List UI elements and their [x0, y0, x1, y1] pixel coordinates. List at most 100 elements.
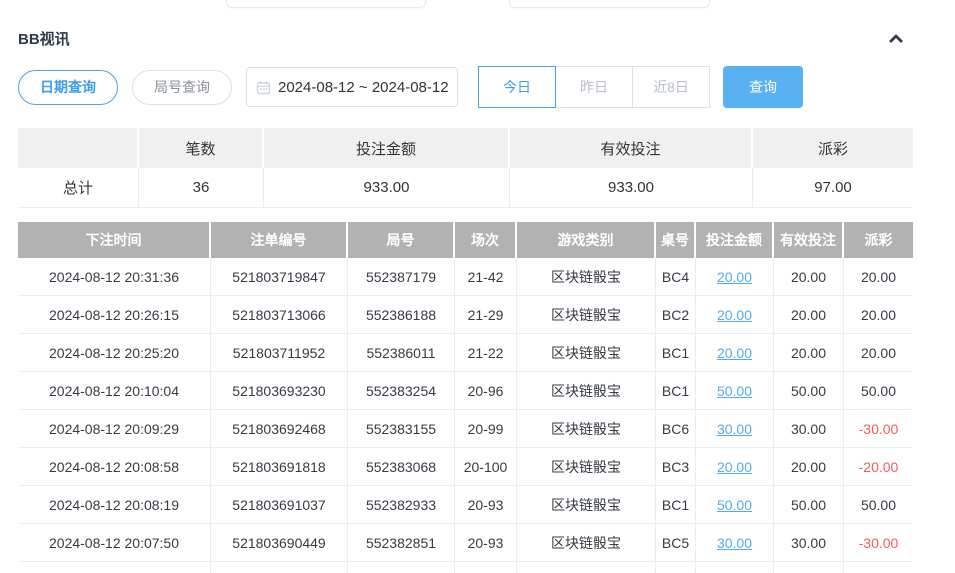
- table-cell: 区块链骰宝: [517, 258, 656, 296]
- table-cell: 20-96: [455, 372, 517, 410]
- chevron-up-icon: [889, 33, 903, 47]
- table-cell: 20.00: [774, 296, 844, 334]
- table-cell: 50.00: [774, 372, 844, 410]
- table-cell: 20-93: [455, 524, 517, 562]
- table-cell: 552383068: [348, 448, 455, 486]
- table-cell: 521803692468: [211, 410, 348, 448]
- table-cell: 区块链骰宝: [517, 448, 656, 486]
- table-cell: 区块链骰宝: [517, 486, 656, 524]
- tab-date-query[interactable]: 日期查询: [18, 70, 118, 105]
- bet-amount-link[interactable]: 30.00: [717, 421, 752, 437]
- quick-range-yesterday[interactable]: 昨日: [555, 66, 633, 108]
- table-cell: [774, 562, 844, 573]
- table-row: 2024-08-12 20:26:15521803713066552386188…: [18, 296, 913, 334]
- table-cell: 552387179: [348, 258, 455, 296]
- table-cell: 552382933: [348, 486, 455, 524]
- quick-range-last8days[interactable]: 近8日: [632, 66, 710, 108]
- table-cell: [844, 562, 913, 573]
- summary-total-label: 总计: [18, 168, 139, 208]
- summary-table: 笔数 投注金额 有效投注 派彩 总计 36 933.00 933.00 97.0…: [18, 128, 913, 208]
- table-cell: [348, 562, 455, 573]
- table-row: 2024-08-12 20:25:20521803711952552386011…: [18, 334, 913, 372]
- table-cell: BC5: [656, 524, 696, 562]
- column-header: 场次: [455, 222, 517, 258]
- column-header: 桌号: [656, 222, 696, 258]
- table-cell: 30.00: [774, 410, 844, 448]
- table-cell: BC1: [656, 334, 696, 372]
- table-cell: 2024-08-12 20:09:29: [18, 410, 211, 448]
- quick-range-group: 今日 昨日 近8日: [478, 66, 710, 108]
- section-header: BB视讯: [18, 26, 913, 50]
- records-table-body: 2024-08-12 20:31:36521803719847552387179…: [18, 258, 913, 573]
- collapse-button[interactable]: [885, 27, 907, 49]
- table-cell: -30.00: [844, 524, 913, 562]
- bet-amount-link[interactable]: 50.00: [717, 383, 752, 399]
- summary-total-valid-bet: 933.00: [510, 168, 753, 208]
- table-cell: 2024-08-12 20:31:36: [18, 258, 211, 296]
- bet-amount-link[interactable]: 30.00: [717, 535, 752, 551]
- summary-header-empty: [18, 128, 139, 168]
- filter-toolbar: 日期查询 局号查询 2024-08-12 ~ 2024-08-12 今日 昨日 …: [18, 66, 803, 108]
- bet-amount-link[interactable]: 50.00: [717, 497, 752, 513]
- table-row: 2024-08-12 20:10:04521803693230552383254…: [18, 372, 913, 410]
- table-cell: 20.00: [844, 258, 913, 296]
- summary-total-payout: 97.00: [753, 168, 913, 208]
- table-cell: 20.00: [774, 448, 844, 486]
- table-cell: 2024-08-12 20:26:15: [18, 296, 211, 334]
- calendar-icon: [256, 80, 271, 95]
- table-cell: 2024-08-12 20:25:20: [18, 334, 211, 372]
- table-row-partial: [18, 562, 913, 573]
- summary-header-row: 笔数 投注金额 有效投注 派彩: [18, 128, 913, 168]
- table-cell: 521803691818: [211, 448, 348, 486]
- table-cell: 21-29: [455, 296, 517, 334]
- table-cell: 20.00: [774, 258, 844, 296]
- betting-records-page: BB视讯 日期查询 局号查询 2024-08-12 ~ 2024-08-12: [0, 0, 955, 573]
- cutoff-input-right[interactable]: [509, 0, 710, 8]
- records-table: 下注时间注单编号局号场次游戏类别桌号投注金额有效投注派彩 2024-08-12 …: [18, 222, 913, 573]
- table-cell: 552383254: [348, 372, 455, 410]
- table-cell: 50.00: [844, 486, 913, 524]
- table-cell: [517, 562, 656, 573]
- table-row: 2024-08-12 20:07:50521803690449552382851…: [18, 524, 913, 562]
- table-cell: 20.00: [844, 334, 913, 372]
- table-cell: 20-93: [455, 486, 517, 524]
- cell-bet-amount: 50.00: [696, 486, 774, 524]
- bet-amount-link[interactable]: 20.00: [717, 269, 752, 285]
- table-cell: 21-22: [455, 334, 517, 372]
- table-cell: 2024-08-12 20:07:50: [18, 524, 211, 562]
- table-cell: -30.00: [844, 410, 913, 448]
- table-cell: [211, 562, 348, 573]
- summary-header-count: 笔数: [139, 128, 264, 168]
- summary-total-bet-amount: 933.00: [264, 168, 510, 208]
- search-button[interactable]: 查询: [723, 66, 803, 108]
- bet-amount-link[interactable]: 20.00: [717, 345, 752, 361]
- table-cell: 521803691037: [211, 486, 348, 524]
- column-header: 派彩: [844, 222, 913, 258]
- table-row: 2024-08-12 20:31:36521803719847552387179…: [18, 258, 913, 296]
- quick-range-today[interactable]: 今日: [478, 66, 556, 108]
- bet-amount-link[interactable]: 20.00: [717, 307, 752, 323]
- column-header: 有效投注: [774, 222, 844, 258]
- page-title: BB视讯: [18, 28, 70, 49]
- date-range-input[interactable]: 2024-08-12 ~ 2024-08-12: [246, 67, 458, 107]
- tab-round-query[interactable]: 局号查询: [132, 70, 232, 105]
- table-cell: 区块链骰宝: [517, 296, 656, 334]
- table-cell: 区块链骰宝: [517, 410, 656, 448]
- table-cell: 区块链骰宝: [517, 372, 656, 410]
- table-cell: 20-100: [455, 448, 517, 486]
- summary-header-payout: 派彩: [753, 128, 913, 168]
- table-cell: 区块链骰宝: [517, 334, 656, 372]
- table-cell: BC6: [656, 410, 696, 448]
- table-cell: 521803713066: [211, 296, 348, 334]
- table-cell: 20.00: [774, 334, 844, 372]
- table-cell: BC2: [656, 296, 696, 334]
- table-cell: 区块链骰宝: [517, 524, 656, 562]
- column-header: 局号: [348, 222, 455, 258]
- table-row: 2024-08-12 20:08:19521803691037552382933…: [18, 486, 913, 524]
- cutoff-input-left[interactable]: [226, 0, 426, 8]
- table-cell: 50.00: [844, 372, 913, 410]
- table-cell: 521803711952: [211, 334, 348, 372]
- bet-amount-link[interactable]: 20.00: [717, 459, 752, 475]
- summary-total-row: 总计 36 933.00 933.00 97.00: [18, 168, 913, 208]
- cell-bet-amount: 50.00: [696, 372, 774, 410]
